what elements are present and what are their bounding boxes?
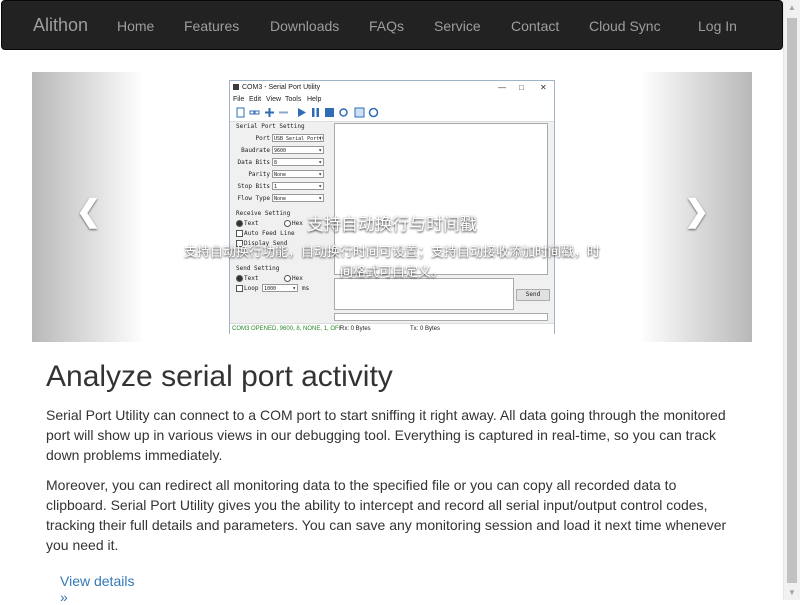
flow-type-label: Flow Type xyxy=(237,195,270,202)
app-titlebar: COM3 - Serial Port Utility — □ ✕ xyxy=(230,81,554,95)
loop-interval-input: 1000 xyxy=(262,284,298,292)
close-icon: ✕ xyxy=(540,83,547,92)
chevron-right-icon[interactable]: ❯ xyxy=(684,194,709,229)
send-history-combo xyxy=(334,313,548,321)
serial-port-setting-heading: Serial Port Setting xyxy=(236,123,305,130)
nav-home[interactable]: Home xyxy=(117,18,154,34)
add-icon xyxy=(265,108,274,117)
chevron-left-icon[interactable]: ❮ xyxy=(76,194,101,229)
stop-bits-select: 1 xyxy=(272,182,324,190)
navbar: Alithon Home Features Downloads FAQs Ser… xyxy=(1,0,783,50)
view-details-button[interactable]: View details » xyxy=(48,566,156,605)
app-menu-view: View xyxy=(266,96,282,103)
app-status-bar: COM3 OPENED, 9600, 8, NONE, 1, OFF Rx: 0… xyxy=(230,323,554,334)
app-screenshot: COM3 - Serial Port Utility — □ ✕ File Ed… xyxy=(229,80,555,334)
app-menu-file: File xyxy=(233,96,245,103)
link-icon xyxy=(249,110,260,115)
details-paragraph: Moreover, you can redirect all monitorin… xyxy=(46,477,727,553)
stop-icon xyxy=(325,108,334,117)
nav-cloud-sync[interactable]: Cloud Sync xyxy=(589,18,661,34)
parity-select: None xyxy=(272,170,324,178)
nav-faqs[interactable]: FAQs xyxy=(369,18,404,34)
play-icon xyxy=(298,108,306,117)
data-bits-select: 8 xyxy=(272,158,324,166)
settings-icon xyxy=(368,107,379,118)
remove-icon xyxy=(279,111,288,114)
app-menubar: File Edit View Tools Help xyxy=(230,95,554,105)
app-send-button: Send xyxy=(516,289,550,301)
stop-bits-label: Stop Bits xyxy=(237,183,270,190)
page-title: Analyze serial port activity xyxy=(46,360,393,393)
data-bits-label: Data Bits xyxy=(237,159,270,166)
app-window-title: COM3 - Serial Port Utility xyxy=(242,84,321,91)
app-window-icon xyxy=(233,84,239,90)
loop-label: Loop xyxy=(244,285,259,292)
maximize-icon: □ xyxy=(519,83,524,92)
port-label: Port xyxy=(255,135,270,142)
brand-link[interactable]: Alithon xyxy=(33,15,88,36)
scroll-down-icon[interactable]: ▼ xyxy=(788,588,796,597)
app-menu-tools: Tools xyxy=(285,96,302,103)
parity-label: Parity xyxy=(248,171,270,178)
scroll-thumb[interactable] xyxy=(787,18,797,583)
loop-unit-label: ms xyxy=(302,285,310,292)
minimize-icon: — xyxy=(498,83,506,92)
pause-icon xyxy=(312,108,319,117)
port-select: USB Serial Port(COM xyxy=(272,134,324,142)
nav-features[interactable]: Features xyxy=(184,18,239,34)
baudrate-select: 9600 xyxy=(272,146,324,154)
baudrate-label: Baudrate xyxy=(241,147,270,154)
page-scrollbar[interactable]: ▲ ▼ xyxy=(783,0,800,600)
carousel-caption-title: 支持自动换行与时间戳 xyxy=(307,215,477,234)
flow-type-select: None xyxy=(272,194,324,202)
new-file-icon xyxy=(236,107,245,118)
screenshot-carousel: COM3 - Serial Port Utility — □ ✕ File Ed… xyxy=(32,72,752,342)
nav-login[interactable]: Log In xyxy=(698,18,737,34)
window-icon xyxy=(354,107,365,118)
nav-service[interactable]: Service xyxy=(434,18,481,34)
app-toolbar xyxy=(230,105,554,122)
carousel-caption-text: 支持自动换行功能，自动换行时间可设置；支持自动接收添加时间戳，时间格式可自定义。 xyxy=(183,244,600,279)
send-text-area xyxy=(334,278,514,310)
nav-downloads[interactable]: Downloads xyxy=(270,18,339,34)
scroll-up-icon[interactable]: ▲ xyxy=(788,3,796,12)
intro-paragraph: Serial Port Utility can connect to a COM… xyxy=(46,407,726,463)
refresh-icon xyxy=(339,108,348,117)
app-menu-edit: Edit xyxy=(249,96,262,103)
connection-status: COM3 OPENED, 9600, 8, NONE, 1, OFF xyxy=(232,326,343,332)
loop-checkbox xyxy=(236,285,243,292)
rx-counter: Rx: 0 Bytes xyxy=(340,326,371,332)
nav-contact[interactable]: Contact xyxy=(511,18,559,34)
app-menu-help: Help xyxy=(307,96,322,103)
tx-counter: Tx: 0 Bytes xyxy=(410,326,441,332)
